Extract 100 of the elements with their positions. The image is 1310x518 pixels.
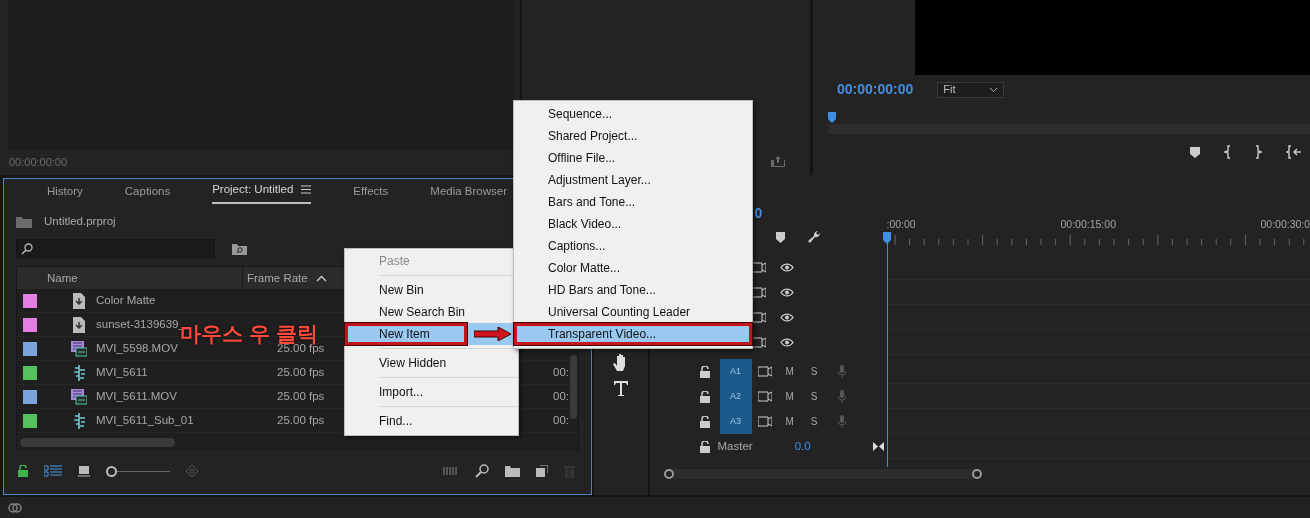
scroll-handle[interactable] bbox=[663, 469, 674, 479]
lock-icon[interactable] bbox=[18, 465, 28, 477]
frame-rate: 25.00 fps bbox=[277, 414, 325, 427]
lock-icon[interactable] bbox=[699, 415, 710, 428]
wrench-icon[interactable] bbox=[806, 230, 821, 244]
volume-value[interactable]: 0.0 bbox=[794, 437, 811, 456]
new-bin-icon[interactable] bbox=[504, 465, 520, 477]
clip-name[interactable]: MVI_5611.MOV bbox=[96, 388, 177, 406]
file-icon bbox=[71, 292, 87, 309]
eye-icon[interactable] bbox=[779, 288, 794, 297]
menu-item[interactable]: Universal Counting Leader bbox=[514, 301, 752, 323]
eye-icon[interactable] bbox=[779, 263, 794, 272]
track-output-icon[interactable] bbox=[751, 337, 766, 348]
menu-item[interactable]: Shared Project... bbox=[514, 125, 752, 147]
annotation-arrow bbox=[474, 327, 512, 341]
sequence-icon bbox=[71, 412, 87, 429]
mute-toggle[interactable]: M bbox=[785, 414, 794, 429]
menu-item[interactable]: HD Bars and Tone... bbox=[514, 279, 752, 301]
folder-icon bbox=[16, 215, 32, 228]
track-name: Master bbox=[717, 438, 753, 454]
track-output-icon[interactable] bbox=[757, 366, 772, 377]
solo-toggle[interactable]: S bbox=[810, 389, 818, 404]
timecode: 00:00:00:00 bbox=[837, 80, 914, 99]
zoom-dropdown[interactable]: Fit bbox=[937, 81, 1005, 98]
track-output-icon[interactable] bbox=[757, 416, 772, 427]
track-output-icon[interactable] bbox=[751, 262, 766, 273]
frame-rate: 25.00 fps bbox=[277, 366, 325, 379]
eye-icon[interactable] bbox=[779, 313, 794, 322]
track-target[interactable]: A3 bbox=[719, 409, 752, 434]
panel-tab[interactable]: History bbox=[47, 180, 83, 204]
clip-name[interactable]: MVI_5611 bbox=[96, 364, 148, 382]
film-icon bbox=[71, 388, 87, 405]
time-ruler[interactable]: :00:00 00:00:15:00 00:00:30:0 bbox=[886, 175, 1310, 255]
track-target[interactable]: A2 bbox=[719, 384, 752, 409]
ruler-label: 00:00:15:00 bbox=[1060, 217, 1116, 232]
panel-tab[interactable]: Captions bbox=[124, 180, 171, 204]
scroll-handle[interactable] bbox=[971, 469, 982, 479]
go-to-in-icon[interactable] bbox=[1286, 145, 1302, 159]
lock-icon[interactable] bbox=[699, 440, 710, 453]
timecode: 00:00:00:00 bbox=[8, 156, 68, 168]
menu-item[interactable]: Black Video... bbox=[514, 213, 752, 235]
column-header[interactable]: Name bbox=[47, 269, 78, 287]
table-cell-text: 00: bbox=[553, 413, 569, 429]
search-icon bbox=[21, 242, 33, 255]
zoom-scrollbar[interactable] bbox=[663, 469, 982, 479]
new-item-icon[interactable] bbox=[535, 465, 548, 477]
mute-toggle[interactable]: M bbox=[785, 389, 794, 404]
list-view-icon[interactable] bbox=[44, 465, 62, 477]
panel-tab[interactable]: Effects bbox=[353, 180, 389, 204]
track-output-icon[interactable] bbox=[751, 287, 766, 298]
search-field[interactable] bbox=[16, 239, 215, 259]
track-output-icon[interactable] bbox=[757, 391, 772, 402]
menu-icon[interactable] bbox=[301, 184, 312, 194]
menu-item[interactable]: Offline File... bbox=[514, 147, 752, 169]
clip-name[interactable]: Color Matte bbox=[96, 292, 156, 310]
caret-icon[interactable] bbox=[315, 274, 327, 282]
panel-tab[interactable]: Media Browser bbox=[430, 180, 507, 204]
solo-toggle[interactable]: S bbox=[810, 414, 818, 429]
scrollbar[interactable] bbox=[20, 438, 175, 448]
find-icon[interactable] bbox=[474, 464, 489, 478]
menu-item[interactable]: Color Matte... bbox=[514, 257, 752, 279]
type-tool-icon[interactable] bbox=[612, 379, 629, 397]
clip-name[interactable]: MVI_5598.MOV bbox=[96, 340, 178, 358]
clip-name[interactable]: MVI_5611_Sub_01 bbox=[96, 412, 194, 430]
icon-size-slider[interactable] bbox=[106, 465, 170, 477]
icon-view-icon[interactable] bbox=[78, 465, 90, 477]
menu-item[interactable]: Captions... bbox=[514, 235, 752, 257]
menu-item[interactable]: Bars and Tone... bbox=[514, 191, 752, 213]
scrollbar[interactable] bbox=[569, 355, 577, 420]
track-target[interactable]: A1 bbox=[719, 359, 752, 384]
menu-item[interactable]: View Hidden bbox=[345, 352, 518, 374]
ruler-label: 00:00:30:0 bbox=[1260, 217, 1310, 232]
track-output-icon[interactable] bbox=[751, 312, 766, 323]
creative-cloud-icon[interactable] bbox=[8, 501, 22, 514]
mute-toggle[interactable]: M bbox=[785, 364, 794, 379]
eye-icon[interactable] bbox=[779, 338, 794, 347]
menu-item[interactable]: Find... bbox=[345, 410, 518, 432]
table-cell-text: 00: bbox=[553, 389, 569, 405]
column-header[interactable]: Frame Rate bbox=[247, 269, 308, 287]
lock-icon[interactable] bbox=[699, 390, 710, 403]
menu-item[interactable]: Import... bbox=[345, 381, 518, 403]
menu-item[interactable]: Sequence... bbox=[514, 103, 752, 125]
new-search-bin-icon[interactable] bbox=[232, 242, 247, 255]
film-icon bbox=[71, 340, 87, 357]
menu-item[interactable]: Transparent Video... bbox=[514, 323, 752, 345]
caret-icon bbox=[989, 86, 999, 93]
solo-toggle[interactable]: S bbox=[810, 364, 818, 379]
timecode: 0 bbox=[754, 204, 763, 223]
menu-item[interactable]: Adjustment Layer... bbox=[514, 169, 752, 191]
lock-icon[interactable] bbox=[699, 365, 710, 378]
in-point-icon[interactable] bbox=[1224, 145, 1231, 159]
playhead-icon[interactable] bbox=[828, 112, 836, 123]
collapse-icon[interactable] bbox=[872, 442, 884, 451]
marker-icon[interactable] bbox=[775, 231, 785, 243]
export-frame-icon[interactable] bbox=[770, 155, 786, 167]
marker-icon[interactable] bbox=[1190, 146, 1200, 158]
panel-tab[interactable]: Project: Untitled bbox=[212, 178, 312, 204]
ruler-label: :00:00 bbox=[886, 217, 916, 232]
out-point-icon[interactable] bbox=[1255, 145, 1262, 159]
sequence-icon bbox=[71, 364, 87, 381]
